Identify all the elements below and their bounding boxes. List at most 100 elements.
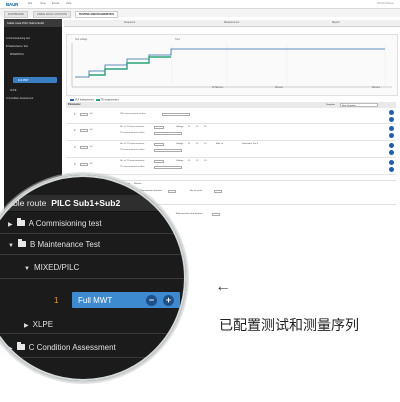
checkbox-l2[interactable]: L2 xyxy=(196,160,198,162)
main-tabs: DASHBOARD CABLE FAULT LOCATION TESTING A… xyxy=(0,9,400,18)
parameter-row: 4 kV No. of TD measurements TD measureme… xyxy=(66,158,396,175)
voltage-label: Voltage xyxy=(176,143,184,145)
section-measurement[interactable]: Measurement xyxy=(224,21,239,24)
tree-item-maintenance-test[interactable]: ▼ B Maintenance Test xyxy=(8,239,100,249)
parameter-title: Parameter xyxy=(68,103,81,106)
legend-swatch-td xyxy=(95,99,100,101)
tree-item-xlpe[interactable]: ▶ XLPE xyxy=(24,320,53,329)
menu-help[interactable]: Help xyxy=(66,2,71,5)
add-row-button[interactable] xyxy=(389,126,394,131)
template-select[interactable]: New Template xyxy=(340,103,378,107)
row-label: No. of TD measurements xyxy=(120,126,145,128)
section-report[interactable]: Report xyxy=(332,21,340,24)
add-row-button[interactable] xyxy=(389,110,394,115)
cable-route-name: PILC Sub1+Sub2 xyxy=(51,198,121,208)
row-label: No. of TD measurements xyxy=(120,160,145,162)
row-number: 4 xyxy=(74,163,76,166)
menu-extras[interactable]: Extras xyxy=(52,2,59,5)
checkbox-l3[interactable]: L3 xyxy=(204,160,206,162)
voltage-input[interactable] xyxy=(80,163,88,166)
row-number: 1 xyxy=(74,113,76,116)
add-row-button[interactable] xyxy=(389,160,394,165)
checkbox-l1[interactable]: L1 xyxy=(188,126,190,128)
checkbox-l3[interactable]: L3 xyxy=(204,126,206,128)
menu-file[interactable]: File xyxy=(28,2,32,5)
max-tri-label: Max. tri xyxy=(216,143,224,145)
cycles-label: No. of cycles xyxy=(190,190,203,192)
checkbox-l1[interactable]: L1 xyxy=(188,143,190,145)
section-select[interactable] xyxy=(154,166,182,169)
section-sequence[interactable]: Sequence xyxy=(124,21,135,24)
unit-label: kV xyxy=(90,146,93,148)
section-select[interactable] xyxy=(154,132,182,135)
app-logo: BAUR xyxy=(6,1,19,7)
row-label-2: TD measurement section xyxy=(120,166,145,168)
row-number: 2 xyxy=(74,129,76,132)
measurement-duration-input[interactable] xyxy=(168,190,176,193)
checkbox-l2[interactable]: L2 xyxy=(196,143,198,145)
voltage-label: Voltage xyxy=(176,126,184,128)
row-label-2: TD measurement section xyxy=(120,132,145,134)
tree-item-mixed-pilc[interactable]: ▼ MIXED/PILC xyxy=(24,263,79,272)
add-row-button[interactable] xyxy=(389,143,394,148)
remove-row-button[interactable] xyxy=(389,117,394,122)
count-input[interactable] xyxy=(154,143,164,146)
expand-right-icon[interactable]: ▶ xyxy=(24,322,29,329)
collapse-down-icon[interactable]: ▼ xyxy=(24,266,30,272)
remove-sequence-button[interactable]: − xyxy=(146,294,157,306)
voltage-input[interactable] xyxy=(80,129,88,132)
tree-item-condition[interactable]: C Condition Assessment xyxy=(6,97,33,100)
tree-item-commissioning[interactable]: A Commissioning test xyxy=(6,37,30,40)
count-input[interactable] xyxy=(154,126,164,129)
section-select[interactable] xyxy=(154,149,182,152)
pointer-arrow: ← xyxy=(215,278,231,295)
step-duration-input[interactable] xyxy=(212,213,220,216)
remove-row-button[interactable] xyxy=(389,133,394,138)
cable-route-prefix: Cable route xyxy=(2,198,47,208)
voltage-label: Voltage xyxy=(176,160,184,162)
remove-row-button[interactable] xyxy=(389,150,394,155)
expand-right-icon[interactable]: ▶ xyxy=(8,345,13,352)
tree-item-xlpe[interactable]: XLPE xyxy=(10,89,16,92)
tab-testing-and-diagnostics[interactable]: TESTING AND DIAGNOSTICS xyxy=(75,10,118,18)
tree-label: XLPE xyxy=(32,320,54,329)
checkbox-l1[interactable]: L1 xyxy=(188,160,190,162)
tree-item-full-mwt[interactable]: Full MWT xyxy=(18,79,29,82)
tree-label: A Commisioning test xyxy=(28,219,102,228)
voltage-input[interactable] xyxy=(80,146,88,149)
legend-swatch-vlf xyxy=(70,99,74,101)
chart-tick-1: 10 Minutes xyxy=(212,87,224,89)
folder-icon xyxy=(16,342,25,350)
parameter-row: 2 kV No. of TD measurements TD measureme… xyxy=(66,124,396,141)
expand-right-icon[interactable]: ▶ xyxy=(8,221,13,228)
menu-view[interactable]: View xyxy=(40,2,46,5)
count-input[interactable] xyxy=(154,160,164,163)
tree-item-maintenance[interactable]: B Maintenance Test xyxy=(6,45,28,48)
duration-unit: Minutes xyxy=(134,183,142,185)
chart-svg xyxy=(71,43,392,88)
cycles-input[interactable] xyxy=(214,190,222,193)
folder-icon xyxy=(16,218,25,226)
checkbox-l2[interactable]: L2 xyxy=(196,126,198,128)
chart-tick-2: Minutes xyxy=(275,87,284,89)
section-header: Sequence Measurement Report xyxy=(64,20,400,27)
tree-item-condition-assessment[interactable]: ▶ C Condition Assessment xyxy=(8,342,116,352)
tab-cable-fault-location[interactable]: CABLE FAULT LOCATION xyxy=(33,10,71,18)
chart-tick-3: Minutes xyxy=(372,87,381,89)
determine-tan-label[interactable]: Determine Tan δ xyxy=(242,143,258,145)
section-select[interactable] xyxy=(162,113,190,116)
top-right-label: BAUR Software xyxy=(377,2,394,5)
td-segments xyxy=(89,56,171,76)
tree-label: C Condition Assessment xyxy=(28,343,116,352)
tree-item-mixed-pilc[interactable]: MIXED/PILC xyxy=(10,53,24,56)
checkbox-l3[interactable]: L3 xyxy=(204,143,206,145)
remove-row-button[interactable] xyxy=(389,167,394,172)
step-duration-label: Measurement step duration xyxy=(176,213,203,215)
tree-label: MIXED/PILC xyxy=(33,263,80,272)
collapse-down-icon[interactable]: ▼ xyxy=(8,243,14,249)
caption-text: 已配置测试和测量序列 xyxy=(219,318,359,334)
add-sequence-button[interactable]: + xyxy=(163,294,174,306)
voltage-input[interactable] xyxy=(80,113,88,116)
tree-item-commisioning-test[interactable]: ▶ A Commisioning test xyxy=(8,218,102,228)
tab-dashboard[interactable]: DASHBOARD xyxy=(4,10,28,18)
